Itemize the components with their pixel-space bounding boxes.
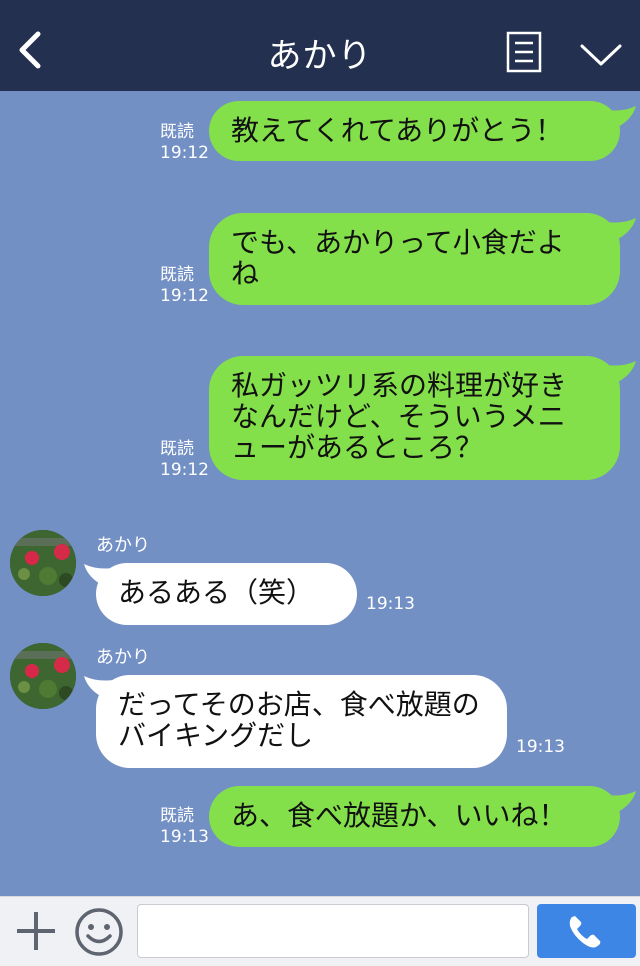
- message-text: あ、食べ放題か、いいね！: [231, 799, 567, 832]
- chevron-down-icon: [580, 44, 622, 66]
- chat-header: あかり: [0, 0, 640, 91]
- message-time: 19:12: [160, 286, 209, 306]
- read-label: 既読: [160, 265, 194, 285]
- message-bubble-outgoing[interactable]: あ、食べ放題か、いいね！: [209, 786, 620, 847]
- bubble-tail: [606, 106, 636, 128]
- message-bubble-outgoing[interactable]: でも、あかりって小食だよね: [209, 213, 620, 305]
- read-status: 既読 19:12: [160, 122, 209, 164]
- message-bubble-outgoing[interactable]: 私ガッツリ系の料理が好きなんだけど、そういうメニューがあるところ？: [209, 356, 620, 480]
- avatar-image: [10, 530, 76, 596]
- message-text: だってそのお店、食べ放題のバイキングだし: [118, 688, 480, 752]
- menu-button[interactable]: [506, 31, 542, 73]
- message-input[interactable]: [137, 904, 529, 958]
- message-time: 19:13: [516, 737, 565, 757]
- message-time: 19:13: [160, 827, 209, 847]
- avatar[interactable]: [10, 530, 76, 596]
- read-status: 既読 19:13: [160, 806, 209, 848]
- bubble-tail: [606, 218, 636, 240]
- add-button[interactable]: [14, 909, 58, 953]
- read-label: 既読: [160, 122, 194, 142]
- emoji-icon: [75, 908, 123, 956]
- message-bubble-incoming[interactable]: だってそのお店、食べ放題のバイキングだし: [96, 675, 507, 768]
- plus-icon: [17, 912, 55, 950]
- bubble-tail: [606, 791, 636, 813]
- input-bar: [0, 896, 640, 966]
- message-text: でも、あかりって小食だよね: [231, 226, 565, 290]
- message-bubble-outgoing[interactable]: 教えてくれてありがとう！: [209, 101, 620, 161]
- message-text: 私ガッツリ系の料理が好きなんだけど、そういうメニューがあるところ？: [231, 369, 568, 464]
- avatar-image: [10, 643, 76, 709]
- sender-name: あかり: [96, 535, 150, 556]
- collapse-button[interactable]: [578, 40, 624, 70]
- message-time: 19:12: [160, 143, 209, 163]
- sender-name: あかり: [96, 647, 150, 668]
- bubble-tail: [606, 361, 636, 383]
- message-text: あるある（笑）: [118, 576, 315, 609]
- avatar[interactable]: [10, 643, 76, 709]
- message-text: 教えてくれてありがとう！: [231, 114, 564, 147]
- chat-title: あかり: [267, 36, 373, 76]
- message-time: 19:13: [366, 594, 415, 614]
- read-status: 既読 19:12: [160, 265, 209, 307]
- menu-icon: [506, 31, 542, 73]
- read-label: 既読: [160, 439, 194, 459]
- message-time: 19:12: [160, 460, 209, 480]
- message-bubble-incoming[interactable]: あるある（笑）: [96, 563, 357, 625]
- phone-icon: [569, 916, 601, 948]
- read-status: 既読 19:12: [160, 439, 209, 481]
- call-button[interactable]: [537, 904, 636, 958]
- read-label: 既読: [160, 806, 194, 826]
- emoji-button[interactable]: [74, 907, 124, 957]
